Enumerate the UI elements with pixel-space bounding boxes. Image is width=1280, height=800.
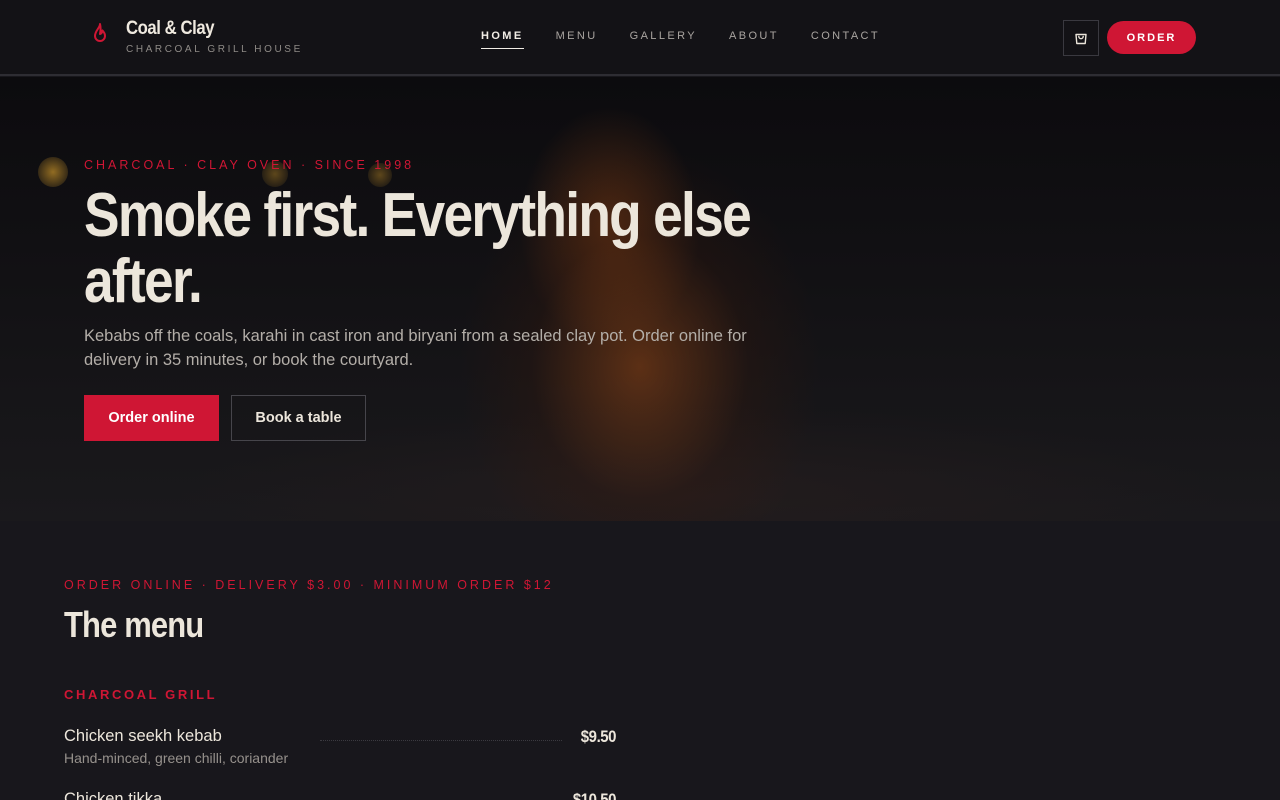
menu-item-leader: [320, 740, 562, 741]
menu-item-name: Chicken tikka: [64, 790, 163, 800]
menu-eyebrow: ORDER ONLINE · DELIVERY $3.00 · MINIMUM …: [64, 578, 554, 592]
nav-contact[interactable]: CONTACT: [811, 30, 880, 49]
order-online-button[interactable]: Order online: [84, 395, 219, 441]
site-header: Coal & Clay CHARCOAL GRILL HOUSE HOME ME…: [0, 0, 1280, 76]
menu-item[interactable]: Chicken tikka $10.50: [64, 790, 616, 800]
shopping-bag-icon: [1075, 33, 1087, 45]
hero-subtitle: Kebabs off the coals, karahi in cast iro…: [84, 327, 747, 369]
brand-logo[interactable]: Coal & Clay CHARCOAL GRILL HOUSE: [88, 18, 303, 55]
hero-section: CHARCOAL · CLAY OVEN · SINCE 1998 Smoke …: [0, 77, 1280, 521]
hero-ember-decoration: [38, 157, 68, 187]
hero-title: Smoke first. Everything else after.: [84, 181, 752, 316]
menu-item-name: Chicken seekh kebab: [64, 727, 222, 745]
nav-about[interactable]: ABOUT: [729, 30, 779, 49]
nav-menu[interactable]: MENU: [556, 30, 598, 49]
hero-eyebrow: CHARCOAL · CLAY OVEN · SINCE 1998: [84, 158, 415, 172]
menu-section: ORDER ONLINE · DELIVERY $3.00 · MINIMUM …: [0, 521, 1280, 800]
cart-button[interactable]: [1063, 20, 1099, 56]
nav-gallery[interactable]: GALLERY: [630, 30, 697, 49]
menu-item[interactable]: Chicken seekh kebab Hand-minced, green c…: [64, 727, 616, 766]
order-button[interactable]: ORDER: [1107, 21, 1196, 54]
brand-tagline: CHARCOAL GRILL HOUSE: [126, 44, 303, 55]
main-nav: HOME MENU GALLERY ABOUT CONTACT: [481, 30, 912, 49]
brand-name: Coal & Clay: [126, 18, 215, 39]
menu-category-title: CHARCOAL GRILL: [64, 687, 218, 702]
menu-item-price: $9.50: [580, 727, 617, 746]
menu-item-description: Hand-minced, green chilli, coriander: [64, 750, 289, 766]
flame-icon: [94, 23, 106, 42]
book-table-button[interactable]: Book a table: [231, 395, 366, 441]
menu-title: The menu: [64, 604, 204, 645]
menu-item-price: $10.50: [572, 790, 617, 800]
nav-home[interactable]: HOME: [481, 30, 524, 49]
